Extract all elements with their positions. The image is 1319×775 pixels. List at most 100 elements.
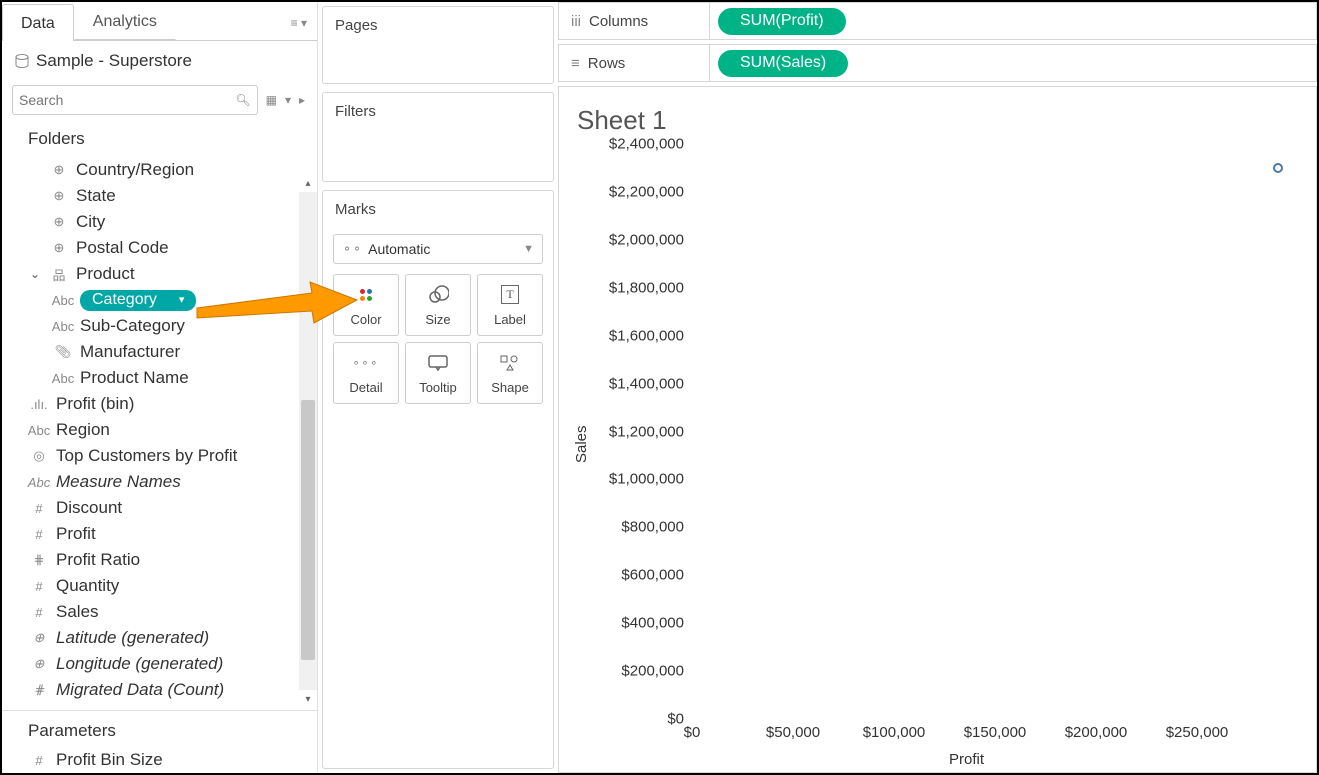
search-box[interactable]: 🔍︎ [12, 85, 258, 115]
cards-column: Pages Filters Marks ⚬⚬Automatic ▼ Color [318, 2, 558, 773]
view-sort-icon[interactable]: ▾ [283, 91, 293, 109]
chevron-down-icon: ⌄ [30, 267, 44, 281]
tab-analytics[interactable]: Analytics [74, 2, 176, 40]
search-icon: 🔍︎ [235, 93, 250, 107]
field-country[interactable]: Country/Region [2, 157, 293, 183]
hierarchy-icon: 品 [50, 265, 68, 284]
hash-icon: # [30, 527, 48, 542]
mark-size-button[interactable]: Size [405, 274, 471, 336]
clip-icon: 📎︎ [54, 344, 72, 360]
columns-pill[interactable]: SUM(Profit) [718, 8, 846, 35]
field-latitude[interactable]: Latitude (generated) [2, 625, 293, 651]
label-icon: T [501, 284, 518, 306]
field-profit[interactable]: #Profit [2, 521, 293, 547]
plot: $0$200,000$400,000$600,000$800,000$1,000… [592, 140, 1302, 749]
y-tick: $0 [667, 711, 684, 728]
mark-shape-button[interactable]: Shape [477, 342, 543, 404]
rows-icon: ≡ [571, 55, 580, 72]
pages-card[interactable]: Pages [322, 6, 554, 84]
data-source-name: Sample - Superstore [36, 51, 192, 71]
mark-label-button[interactable]: T Label [477, 274, 543, 336]
tooltip-icon [427, 352, 449, 374]
y-tick: $400,000 [621, 615, 684, 632]
abc-icon: Abc [54, 319, 72, 334]
field-product-folder[interactable]: ⌄品Product [2, 261, 293, 287]
fields-scrollbar[interactable]: ▴ ▾ [299, 192, 317, 690]
tab-data[interactable]: Data [2, 4, 74, 41]
globe-icon [50, 214, 68, 230]
hash-icon: ⋕ [30, 552, 48, 568]
data-source-row[interactable]: Sample - Superstore [2, 41, 317, 81]
parameters-header: Parameters [2, 710, 317, 747]
scroll-thumb[interactable] [301, 400, 315, 660]
y-axis-label: Sales [571, 140, 592, 749]
y-tick: $1,600,000 [609, 327, 684, 344]
globe-icon [50, 240, 68, 256]
abc-icon: Abc [54, 293, 72, 308]
field-city[interactable]: City [2, 209, 293, 235]
view-filter-icon[interactable]: ▸ [297, 91, 307, 109]
hash-icon: # [30, 501, 48, 516]
x-tick: $150,000 [964, 724, 1027, 741]
x-tick: $250,000 [1166, 724, 1229, 741]
view-grid-icon[interactable]: ▦ [264, 91, 279, 109]
field-manufacturer[interactable]: 📎︎Manufacturer [2, 339, 293, 365]
hash-icon: ⋕ [30, 682, 48, 698]
viz-canvas[interactable]: Sheet 1 Sales $0 $200,000 $400,000 $600,000… [558, 86, 1317, 773]
hash-icon: # [30, 579, 48, 594]
marks-title: Marks [323, 191, 553, 228]
y-tick: $1,800,000 [609, 279, 684, 296]
pages-title: Pages [323, 7, 553, 44]
filters-card[interactable]: Filters [322, 92, 554, 182]
field-profit-bin[interactable]: .ılı.Profit (bin) [2, 391, 293, 417]
search-input[interactable] [19, 92, 231, 108]
mark-detail-button[interactable]: ∘∘∘ Detail [333, 342, 399, 404]
abc-icon: Abc [30, 475, 48, 490]
abc-icon: Abc [54, 371, 72, 386]
y-tick: $600,000 [621, 567, 684, 584]
x-tick: $100,000 [863, 724, 926, 741]
data-point[interactable] [1273, 163, 1283, 173]
columns-shelf[interactable]: iiiColumns SUM(Profit) [558, 2, 1317, 40]
field-product-name[interactable]: AbcProduct Name [2, 365, 293, 391]
mark-type-select[interactable]: ⚬⚬Automatic ▼ [333, 234, 543, 264]
mark-tooltip-button[interactable]: Tooltip [405, 342, 471, 404]
scroll-up-icon[interactable]: ▴ [299, 174, 317, 192]
bin-icon: .ılı. [30, 397, 48, 412]
field-profit-ratio[interactable]: ⋕Profit Ratio [2, 547, 293, 573]
field-migrated[interactable]: ⋕Migrated Data (Count) [2, 677, 293, 703]
field-category[interactable]: Abc Category [2, 287, 293, 313]
globe-icon [30, 656, 48, 672]
automatic-icon: ⚬⚬ [342, 242, 362, 256]
globe-icon [50, 162, 68, 178]
category-pill[interactable]: Category [80, 290, 196, 311]
scroll-down-icon[interactable]: ▾ [299, 690, 317, 708]
field-subcategory[interactable]: AbcSub-Category [2, 313, 293, 339]
field-discount[interactable]: #Discount [2, 495, 293, 521]
x-tick: $200,000 [1065, 724, 1128, 741]
y-tick: $2,400,000 [609, 136, 684, 153]
sidebar-menu-icon[interactable]: ≡ ▾ [281, 6, 317, 40]
sheet-title[interactable]: Sheet 1 [577, 105, 1302, 136]
fields-tree: Country/Region State City Postal Code ⌄ 品… [2, 157, 317, 710]
field-state[interactable]: State [2, 183, 293, 209]
field-top-customers[interactable]: Top Customers by Profit [2, 443, 293, 469]
rows-shelf[interactable]: ≡Rows SUM(Sales) [558, 44, 1317, 82]
field-postal[interactable]: Postal Code [2, 235, 293, 261]
x-axis-label: Profit [631, 749, 1302, 768]
field-measure-names[interactable]: AbcMeasure Names [2, 469, 293, 495]
field-sales[interactable]: #Sales [2, 599, 293, 625]
detail-icon: ∘∘∘ [353, 352, 380, 374]
data-pane: Data Analytics ≡ ▾ Sample - Superstore 🔍… [2, 2, 318, 773]
field-quantity[interactable]: #Quantity [2, 573, 293, 599]
set-icon [30, 448, 48, 464]
field-longitude[interactable]: Longitude (generated) [2, 651, 293, 677]
mark-color-button[interactable]: Color [333, 274, 399, 336]
rows-pill[interactable]: SUM(Sales) [718, 50, 848, 77]
field-region[interactable]: AbcRegion [2, 417, 293, 443]
globe-icon [50, 188, 68, 204]
param-profit-bin-size[interactable]: #Profit Bin Size [2, 747, 317, 773]
y-tick: $2,200,000 [609, 183, 684, 200]
chevron-down-icon: ▼ [523, 243, 534, 255]
shape-icon [499, 352, 521, 374]
